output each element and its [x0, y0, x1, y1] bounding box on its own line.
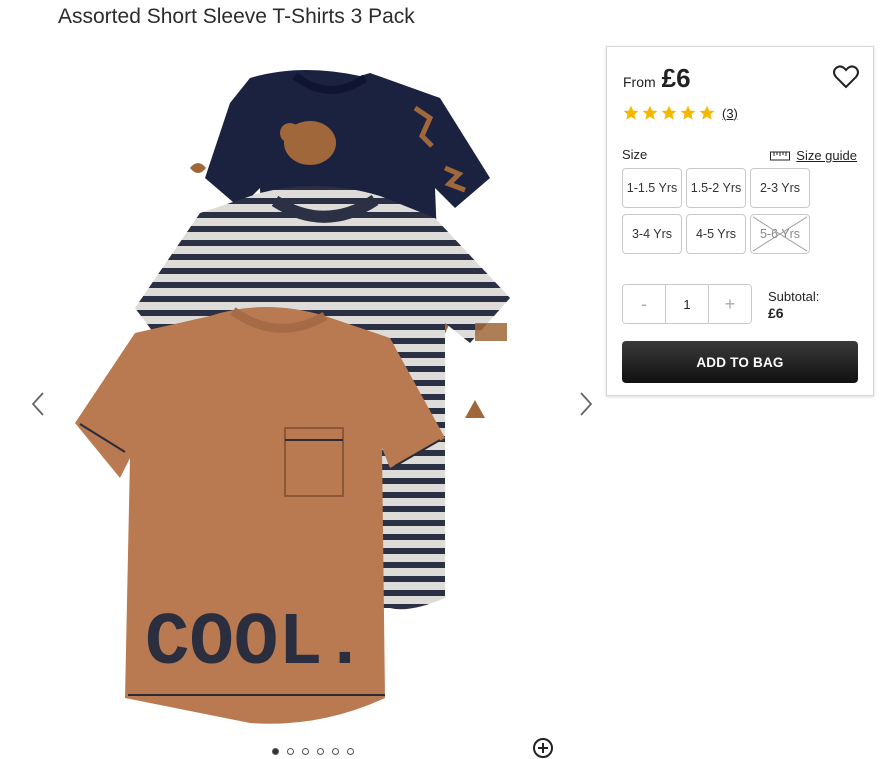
gallery-next-button[interactable]	[574, 386, 598, 422]
quantity-decrease-button[interactable]: -	[623, 285, 665, 323]
product-image: COOL.	[75, 69, 510, 724]
size-option-button[interactable]: 2-3 Yrs	[750, 168, 810, 208]
size-guide-link[interactable]: Size guide	[770, 148, 857, 163]
heart-icon[interactable]	[833, 65, 859, 89]
product-title: Assorted Short Sleeve T-Shirts 3 Pack	[58, 5, 415, 28]
subtotal-amount: £6	[768, 305, 784, 321]
product-gallery: COOL.	[20, 48, 600, 758]
star-icon	[642, 105, 658, 120]
gallery-dot[interactable]	[347, 748, 354, 755]
star-icon	[680, 105, 696, 120]
gallery-dot[interactable]	[272, 748, 279, 755]
price-row: From £6	[623, 63, 691, 94]
subtotal: Subtotal: £6	[768, 288, 819, 322]
size-option-label: 2-3 Yrs	[759, 181, 801, 195]
chevron-right-icon	[580, 392, 593, 416]
chevron-left-icon	[31, 392, 44, 416]
size-option-button[interactable]: 3-4 Yrs	[622, 214, 682, 254]
star-rating: (3)	[623, 105, 738, 121]
gallery-dot[interactable]	[317, 748, 324, 755]
purchase-panel: From £6 (3) Size Size guide 1-1.5 Yrs 1.5…	[606, 46, 874, 396]
gallery-prev-button[interactable]	[26, 386, 50, 422]
quantity-increase-button[interactable]: +	[709, 285, 751, 323]
gallery-dot[interactable]	[287, 748, 294, 755]
review-count-link[interactable]: (3)	[722, 106, 738, 121]
size-label: Size	[622, 147, 648, 162]
gallery-dots	[272, 748, 354, 755]
size-guide-label: Size guide	[796, 148, 857, 163]
size-options: 1-1.5 Yrs 1.5-2 Yrs 2-3 Yrs 3-4 Yrs 4-5 Yrs 5…	[622, 168, 810, 254]
size-option-label: 4-5 Yrs	[695, 227, 737, 241]
star-icon	[699, 105, 715, 120]
star-icon	[661, 105, 677, 120]
size-option-button[interactable]: 1.5-2 Yrs	[686, 168, 746, 208]
add-to-bag-button[interactable]: ADD TO BAG	[622, 341, 858, 383]
tshirt-print-text: COOL.	[145, 602, 367, 686]
size-option-button[interactable]: 1-1.5 Yrs	[622, 168, 682, 208]
size-option-label: 1.5-2 Yrs	[690, 181, 742, 195]
size-option-button: 5-6 Yrs	[750, 214, 810, 254]
gallery-dot[interactable]	[332, 748, 339, 755]
unavailable-cross-icon	[752, 216, 808, 252]
size-option-label: 3-4 Yrs	[631, 227, 673, 241]
stars	[623, 105, 715, 121]
quantity-stepper: - 1 +	[622, 284, 752, 324]
size-option-label: 1-1.5 Yrs	[626, 181, 678, 195]
price: £6	[661, 63, 691, 93]
size-option-button[interactable]: 4-5 Yrs	[686, 214, 746, 254]
star-icon	[623, 105, 639, 120]
gallery-dot[interactable]	[302, 748, 309, 755]
quantity-value[interactable]: 1	[665, 285, 709, 323]
ruler-icon	[770, 151, 791, 160]
zoom-in-icon[interactable]	[532, 737, 554, 759]
subtotal-label: Subtotal:	[768, 289, 820, 304]
from-label: From	[623, 74, 656, 90]
